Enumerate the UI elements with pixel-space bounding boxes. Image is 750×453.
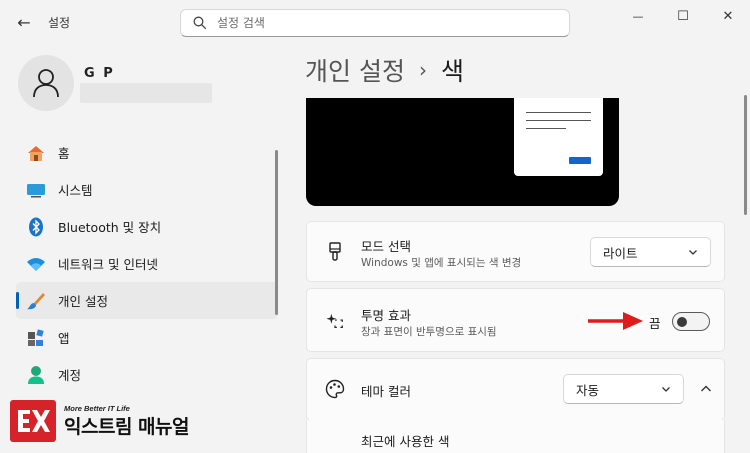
brush-icon: [26, 291, 46, 311]
mode-description: Windows 및 앱에 표시되는 색 변경: [361, 257, 522, 269]
breadcrumb: 개인 설정 › 색: [305, 52, 464, 88]
minimize-icon: —: [632, 9, 644, 23]
profile-name: G P: [84, 66, 115, 81]
search-box[interactable]: [180, 9, 570, 37]
mode-dropdown[interactable]: 라이트: [590, 237, 711, 267]
wifi-icon: [26, 254, 46, 274]
sidebar-item-label: 앱: [58, 331, 70, 346]
chevron-down-icon: [662, 387, 670, 392]
palette-icon: [325, 379, 345, 399]
app-title: 설정: [48, 16, 71, 30]
close-button[interactable]: ✕: [706, 4, 750, 28]
main-scrollbar[interactable]: [744, 95, 747, 215]
user-icon: [33, 69, 59, 98]
paint-brush-icon: [325, 242, 345, 262]
chevron-up-icon: [701, 385, 711, 392]
theme-color-title: 테마 컬러: [361, 384, 411, 399]
toggle-state-label: 끔: [649, 316, 661, 331]
red-arrow-annotation: [588, 312, 643, 330]
recent-colors-section: 최근에 사용한 색: [306, 420, 725, 453]
transparency-description: 창과 표면이 반투명으로 표시됨: [361, 326, 497, 338]
toggle-knob: [677, 316, 687, 327]
sidebar-scrollbar[interactable]: [275, 150, 278, 315]
sidebar-item-label: Bluetooth 및 장치: [58, 220, 162, 235]
transparency-toggle[interactable]: [672, 312, 710, 331]
theme-color-dropdown-value: 자동: [576, 382, 600, 398]
chevron-down-icon: [689, 250, 697, 255]
watermark: More Better IT Life 익스트림 매뉴얼: [10, 400, 189, 442]
breadcrumb-parent[interactable]: 개인 설정: [305, 52, 405, 88]
mode-title: 모드 선택: [361, 239, 411, 254]
search-icon: [193, 16, 207, 30]
mode-dropdown-value: 라이트: [603, 245, 638, 261]
breadcrumb-separator-icon: ›: [418, 58, 427, 82]
preview-window: [514, 98, 603, 176]
minimize-button[interactable]: —: [616, 4, 660, 28]
bluetooth-icon: [26, 217, 46, 237]
system-icon: [26, 180, 46, 200]
account-icon: [26, 365, 46, 385]
watermark-title: 익스트림 매뉴얼: [64, 415, 189, 438]
sidebar-item-label: 네트워크 및 인터넷: [58, 257, 158, 272]
sidebar-item-personalization[interactable]: 개인 설정: [16, 282, 278, 319]
back-arrow-icon: ←: [17, 12, 31, 32]
theme-color-dropdown[interactable]: 자동: [563, 374, 684, 404]
sidebar-item-label: 홈: [58, 146, 70, 161]
home-icon: [26, 143, 46, 163]
sidebar-item-apps[interactable]: 앱: [16, 319, 278, 356]
sidebar-item-accounts[interactable]: 계정: [16, 356, 278, 393]
recent-colors-label: 최근에 사용한 색: [361, 434, 450, 449]
avatar[interactable]: [18, 55, 74, 111]
profile-email-redacted: [80, 83, 212, 103]
title-bar: ← 설정 — ☐ ✕: [0, 0, 750, 44]
transparency-title: 투명 효과: [361, 308, 411, 323]
maximize-button[interactable]: ☐: [661, 4, 705, 28]
sidebar-item-label: 계정: [58, 368, 82, 383]
page-title: 색: [440, 57, 464, 86]
theme-color-card: 테마 컬러 자동: [306, 358, 725, 421]
back-button[interactable]: ←: [12, 10, 36, 34]
collapse-button[interactable]: [691, 374, 721, 404]
apps-icon: [26, 328, 46, 348]
mode-card: 모드 선택 Windows 및 앱에 표시되는 색 변경 라이트: [306, 221, 725, 282]
sidebar-item-bluetooth[interactable]: Bluetooth 및 장치: [16, 208, 278, 245]
sidebar-item-home[interactable]: 홈: [16, 134, 278, 171]
maximize-icon: ☐: [677, 8, 689, 24]
sidebar-item-label: 개인 설정: [58, 294, 108, 309]
watermark-logo: [10, 400, 56, 442]
sidebar-item-system[interactable]: 시스템: [16, 171, 278, 208]
close-icon: ✕: [722, 8, 734, 24]
transparency-sparkle-icon: [325, 311, 345, 331]
sidebar-nav: 홈 시스템 Bluetooth 및 장치 네트워크 및 인터넷 개인 설정 앱: [16, 134, 278, 393]
theme-preview: [306, 98, 619, 206]
sidebar-item-network[interactable]: 네트워크 및 인터넷: [16, 245, 278, 282]
search-input[interactable]: [217, 16, 537, 30]
transparency-card: 투명 효과 창과 표면이 반투명으로 표시됨 끔: [306, 288, 725, 352]
sidebar-item-label: 시스템: [58, 183, 93, 198]
